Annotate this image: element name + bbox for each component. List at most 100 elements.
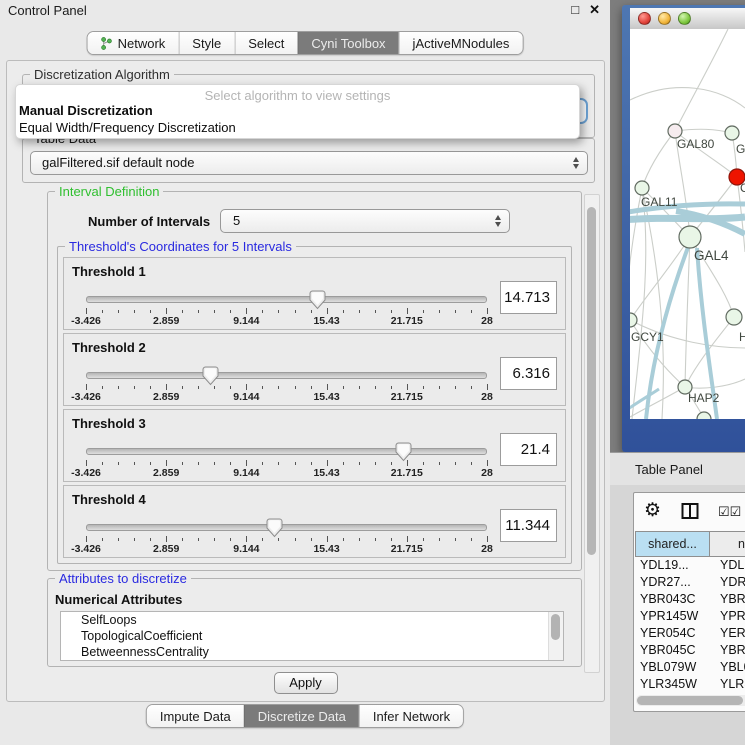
scale-tick-label: 28: [481, 543, 493, 555]
tab-discretize-data[interactable]: Discretize Data: [244, 705, 359, 727]
network-node[interactable]: [668, 124, 682, 138]
network-edge[interactable]: [630, 217, 745, 220]
algorithm-option[interactable]: Equal Width/Frequency Discretization: [16, 120, 579, 137]
gear-icon[interactable]: ⚙: [644, 499, 661, 522]
float-window-icon[interactable]: □: [571, 2, 579, 18]
threshold-card: Threshold 2-3.4262.8599.14415.4321.71528…: [63, 333, 566, 406]
tab-style[interactable]: Style: [178, 32, 234, 54]
node-label: GCY1: [631, 330, 664, 344]
table-toolbar: ⚙ ☑☑: [634, 493, 745, 531]
attributes-to-discretize-group: Attributes to discretize Numerical Attri…: [47, 578, 582, 667]
threshold-value-field[interactable]: 11.344: [500, 509, 557, 542]
network-edge[interactable]: [675, 29, 728, 131]
threshold-slider[interactable]: -3.4262.8599.14415.4321.71528: [86, 368, 487, 402]
network-node[interactable]: [697, 412, 711, 419]
slider-handle[interactable]: [202, 366, 219, 386]
network-canvas[interactable]: GAL80GAL11GAL4GCY1HHAP2GAC: [630, 29, 745, 419]
scale-tick-label: 15.43: [313, 391, 339, 403]
threshold-value-field[interactable]: 14.713: [500, 281, 557, 314]
checkboxes-icon[interactable]: ☑☑: [718, 504, 741, 520]
tab-cyni-toolbox[interactable]: Cyni Toolbox: [297, 32, 398, 54]
slider-handle[interactable]: [395, 442, 412, 462]
tab-jactivemnodules[interactable]: jActiveMNodules: [399, 32, 523, 54]
network-edge[interactable]: [630, 88, 745, 108]
table-row[interactable]: YDR27...YDR2: [635, 574, 745, 591]
popup-header: Select algorithm to view settings: [16, 85, 579, 103]
threshold-coordinates-group: Threshold's Coordinates for 5 Intervals …: [57, 246, 572, 564]
column-header-name[interactable]: n: [710, 531, 745, 557]
number-of-intervals-combobox[interactable]: 5: [220, 209, 510, 233]
threshold-slider[interactable]: -3.4262.8599.14415.4321.71528: [86, 292, 487, 326]
close-traffic-light-icon[interactable]: [638, 12, 651, 25]
tab-label: Impute Data: [160, 709, 231, 724]
attribute-item[interactable]: BetweennessCentrality: [61, 644, 563, 660]
scale-tick-label: 28: [481, 315, 493, 327]
table-row[interactable]: YBL079WYBL0: [635, 659, 745, 676]
table-body: YDL19...YDL1YDR27...YDR2YBR043CYBR0YPR14…: [635, 557, 745, 697]
network-view-window: GAL80GAL11GAL4GCY1HHAP2GAC: [622, 5, 745, 452]
zoom-traffic-light-icon[interactable]: [678, 12, 691, 25]
table-row[interactable]: YPR145WYPR1: [635, 608, 745, 625]
network-edge[interactable]: [685, 237, 690, 387]
minimize-traffic-light-icon[interactable]: [658, 12, 671, 25]
scale-tick-label: 9.144: [233, 543, 259, 555]
table-row[interactable]: YDL19...YDL1: [635, 557, 745, 574]
tab-label: Cyni Toolbox: [311, 36, 385, 51]
scale-tick-label: 9.144: [233, 467, 259, 479]
threshold-slider[interactable]: -3.4262.8599.14415.4321.71528: [86, 444, 487, 478]
network-edge[interactable]: [675, 129, 732, 133]
columns-icon[interactable]: [681, 502, 699, 525]
table-row[interactable]: YBR045CYBR0: [635, 642, 745, 659]
combobox-value: 5: [233, 213, 240, 228]
attribute-item[interactable]: TopologicalCoefficient: [61, 628, 563, 644]
network-node[interactable]: [726, 309, 742, 325]
threshold-slider[interactable]: -3.4262.8599.14415.4321.71528: [86, 520, 487, 554]
slider-handle[interactable]: [309, 290, 326, 310]
table-row[interactable]: YLR345WYLR3: [635, 676, 745, 693]
group-title: Threshold's Coordinates for 5 Intervals: [65, 239, 296, 254]
table-row[interactable]: YBR043CYBR0: [635, 591, 745, 608]
tab-label: jActiveMNodules: [413, 36, 510, 51]
tab-impute-data[interactable]: Impute Data: [147, 705, 244, 727]
panel-scrollbar[interactable]: [584, 194, 600, 673]
slider-handle[interactable]: [266, 518, 283, 538]
table-panel-title: Table Panel: [635, 462, 703, 477]
network-node[interactable]: [630, 313, 637, 327]
apply-button[interactable]: Apply: [274, 672, 338, 694]
network-node[interactable]: [725, 126, 739, 140]
network-node[interactable]: [635, 181, 649, 195]
node-label: GA: [736, 142, 745, 156]
list-scrollbar[interactable]: [548, 612, 563, 660]
node-label: HAP2: [688, 391, 720, 405]
tab-label: Style: [192, 36, 221, 51]
scale-tick-label: 21.715: [391, 391, 423, 403]
close-window-icon[interactable]: ✕: [589, 2, 600, 18]
network-edge[interactable]: [642, 131, 675, 188]
network-edge[interactable]: [685, 379, 745, 388]
attribute-item[interactable]: SelfLoops: [61, 612, 563, 628]
algorithm-option[interactable]: Manual Discretization: [16, 103, 579, 120]
column-header-shared-name[interactable]: shared...: [635, 531, 710, 557]
cyni-toolbox-panel: Discretization Algorithm Select algorith…: [6, 60, 605, 702]
network-node[interactable]: [679, 226, 701, 248]
threshold-value-field[interactable]: 21.4: [500, 433, 557, 466]
tab-network[interactable]: Network: [88, 32, 179, 54]
threshold-value-field[interactable]: 6.316: [500, 357, 557, 390]
threshold-label: Threshold 3: [72, 416, 146, 431]
tab-label: Discretize Data: [258, 709, 346, 724]
bottom-tab-bar: Impute Data Discretize Data Infer Network: [146, 704, 464, 728]
table-row[interactable]: YER054CYER0: [635, 625, 745, 642]
table-horizontal-scrollbar[interactable]: [636, 695, 745, 706]
scale-tick-label: 21.715: [391, 467, 423, 479]
tab-select[interactable]: Select: [234, 32, 297, 54]
tab-infer-network[interactable]: Infer Network: [359, 705, 463, 727]
number-of-intervals-label: Number of Intervals: [88, 214, 210, 229]
scale-tick-label: 28: [481, 467, 493, 479]
group-title: Attributes to discretize: [55, 571, 191, 586]
stepper-arrows-icon: [572, 156, 581, 170]
control-panel-titlebar: Control Panel □ ✕: [0, 0, 610, 22]
scale-tick-label: 2.859: [153, 467, 179, 479]
table-panel-titlebar: Table Panel: [610, 452, 745, 485]
threshold-label: Threshold 4: [72, 492, 146, 507]
table-data-combobox[interactable]: galFiltered.sif default node: [30, 151, 588, 175]
